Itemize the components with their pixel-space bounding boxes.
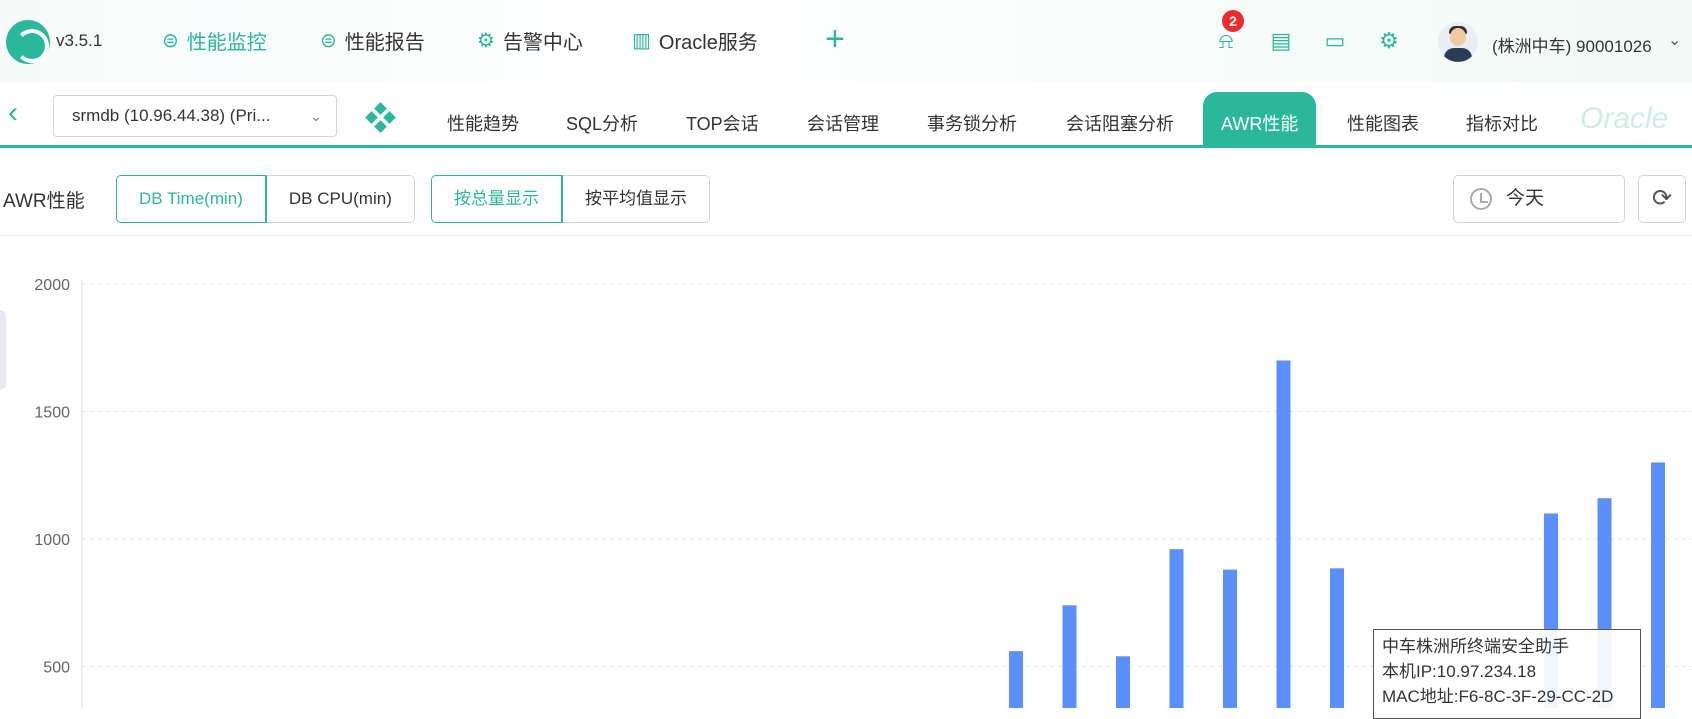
diamond-grid-icon[interactable] [365,102,396,133]
chart-bar[interactable] [1062,605,1077,708]
chart-bar[interactable] [1169,549,1184,708]
nav-label: 性能监控 [186,32,267,54]
show-total-button[interactable]: 按总量显示 [431,175,562,223]
nav-oracle-service[interactable]: ▥ Oracle服务 [632,26,758,55]
sub-navigation-bar: ‹ srmdb (10.96.44.38) (Pri... ⌄ 性能趋势 SQL… [0,82,1692,148]
chart-bar[interactable] [1651,462,1665,709]
tab-performance-charts[interactable]: 性能图表 [1347,110,1419,136]
tab-transaction-lock-analysis[interactable]: 事务锁分析 [927,110,1017,136]
chart-bar[interactable] [1116,656,1130,708]
display-mode-button-group: 按总量显示 按平均值显示 [431,175,710,223]
chart-bar[interactable] [1009,651,1023,708]
y-tick-label: 1500 [34,405,70,422]
database-select[interactable]: srmdb (10.96.44.38) (Pri... ⌄ [53,95,337,137]
chevron-left-icon[interactable]: ‹ [8,96,18,130]
top-navigation-bar: v3.5.1 ⊜ 性能监控 ⊜ 性能报告 ⚙ 告警中心 ▥ Oracle服务 +… [0,0,1692,82]
chevron-down-icon: ⌄ [310,108,322,124]
metric-button-group: DB Time(min) DB CPU(min) [116,175,415,223]
tooltip-line: 中车株洲所终端安全助手 [1382,637,1569,656]
tab-metric-comparison[interactable]: 指标对比 [1466,110,1538,136]
y-tick-label: 1000 [34,532,70,549]
chevron-down-icon[interactable]: ⌄ [1668,30,1681,50]
tab-session-blocking-analysis[interactable]: 会话阻塞分析 [1066,110,1174,136]
monitor-icon: ⊜ [162,30,179,52]
show-average-button[interactable]: 按平均值显示 [562,175,710,223]
chart-bar[interactable] [1223,569,1237,708]
tab-top-sessions[interactable]: TOP会话 [686,110,759,136]
app-logo[interactable] [6,20,50,64]
nav-performance-monitor[interactable]: ⊜ 性能监控 [162,26,267,55]
user-name[interactable]: (株洲中车) 90001026 [1492,32,1652,57]
chart-bar[interactable] [1330,568,1344,708]
nav-alarm-center[interactable]: ⚙ 告警中心 [477,26,583,55]
gear-icon[interactable]: ⚙ [1377,28,1401,54]
oracle-watermark-logo: Oracle [1580,102,1669,135]
tab-session-management[interactable]: 会话管理 [807,110,879,136]
nav-performance-report[interactable]: ⊜ 性能报告 [320,26,425,55]
bars-icon: ▥ [632,30,651,52]
app-version: v3.5.1 [56,31,103,50]
alarm-gear-icon: ⚙ [477,30,495,52]
chart-toolbar: AWR性能 DB Time(min) DB CPU(min) 按总量显示 按平均… [0,160,1692,236]
y-tick-label: 500 [43,660,70,677]
tab-performance-trend[interactable]: 性能趋势 [447,110,519,136]
date-picker[interactable]: 今天 [1453,175,1625,223]
alert-count-badge: 2 [1222,10,1244,32]
nav-label: Oracle服务 [658,32,758,54]
y-tick-label: 2000 [34,277,70,294]
refresh-icon[interactable]: ⟳ [1638,175,1686,223]
add-tab-icon[interactable]: + [825,20,845,59]
date-picker-value: 今天 [1506,188,1545,209]
screen-icon[interactable]: ▭ [1323,28,1347,54]
clipboard-icon[interactable]: ▤ [1269,28,1293,54]
chart-bar[interactable] [1276,360,1291,709]
clock-icon [1470,188,1492,210]
page-title: AWR性能 [3,191,85,212]
avatar[interactable] [1438,22,1478,62]
database-select-value: srmdb (10.96.44.38) (Pri... [72,106,271,125]
tab-sql-analysis[interactable]: SQL分析 [566,110,638,136]
tooltip-line: MAC地址:F6-8C-3F-29-CC-2D [1382,687,1614,706]
db-time-button[interactable]: DB Time(min) [116,175,266,223]
tooltip-line: 本机IP:10.97.234.18 [1382,662,1537,681]
report-icon: ⊜ [320,30,337,52]
security-assistant-tooltip: 中车株洲所终端安全助手 本机IP:10.97.234.18 MAC地址:F6-8… [1373,629,1641,719]
tab-awr-performance[interactable]: AWR性能 [1203,92,1317,148]
nav-label: 性能报告 [344,32,425,54]
nav-label: 告警中心 [502,32,583,54]
db-cpu-button[interactable]: DB CPU(min) [265,175,415,223]
